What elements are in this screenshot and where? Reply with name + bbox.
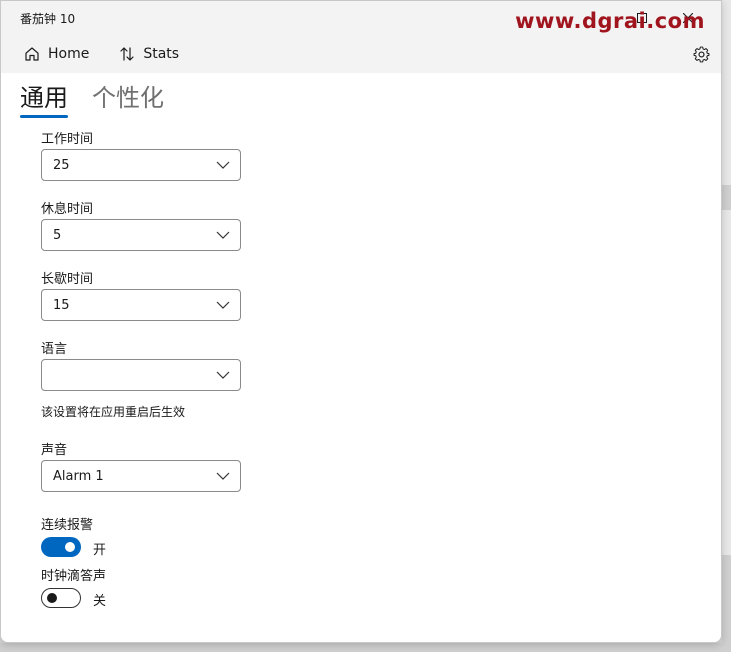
continuous-alarm-label: 连续报警 <box>41 518 94 533</box>
pivot-tabs: 通用 个性化 <box>20 83 164 118</box>
watermark-text: www.dgrai.com <box>515 9 705 33</box>
chevron-down-icon <box>216 301 230 309</box>
tab-personalization[interactable]: 个性化 <box>92 83 164 113</box>
nav-bar: Home Stats <box>1 35 721 73</box>
toggle-knob <box>65 542 75 552</box>
home-icon <box>25 47 39 61</box>
app-window: 番茄钟 10 www.dgrai.com Home Stats 通用 个性化 工… <box>0 0 722 643</box>
tab-general[interactable]: 通用 <box>20 83 68 118</box>
long-break-label: 长歇时间 <box>41 272 94 287</box>
background-taskbar-edge <box>0 643 731 652</box>
break-time-label: 休息时间 <box>41 202 94 217</box>
window-title: 番茄钟 10 <box>20 11 76 26</box>
settings-content: 通用 个性化 工作时间 25 休息时间 5 长歇时间 15 语言 该设置将在应用… <box>1 73 721 642</box>
language-dropdown[interactable] <box>41 359 241 391</box>
tick-sound-state: 关 <box>93 594 107 609</box>
sound-value: Alarm 1 <box>53 468 104 484</box>
nav-home-label: Home <box>48 46 90 62</box>
sound-label: 声音 <box>41 443 68 458</box>
chevron-down-icon <box>216 161 230 169</box>
background-window-edge <box>722 0 731 652</box>
chevron-down-icon <box>216 231 230 239</box>
break-time-value: 5 <box>53 227 62 243</box>
language-restart-note: 该设置将在应用重启后生效 <box>41 405 186 419</box>
toggle-knob <box>47 593 57 603</box>
continuous-alarm-state: 开 <box>93 543 107 558</box>
language-label: 语言 <box>41 342 68 357</box>
chevron-down-icon <box>216 371 230 379</box>
work-time-dropdown[interactable]: 25 <box>41 149 241 181</box>
gear-icon <box>693 46 709 62</box>
tick-sound-label: 时钟滴答声 <box>41 569 107 584</box>
nav-stats[interactable]: Stats <box>111 39 187 69</box>
long-break-dropdown[interactable]: 15 <box>41 289 241 321</box>
long-break-value: 15 <box>53 297 70 313</box>
sound-dropdown[interactable]: Alarm 1 <box>41 460 241 492</box>
continuous-alarm-toggle[interactable] <box>41 537 81 557</box>
title-bar[interactable]: 番茄钟 10 www.dgrai.com <box>1 1 721 35</box>
work-time-label: 工作时间 <box>41 132 94 147</box>
sort-arrows-icon <box>120 47 134 61</box>
work-time-value: 25 <box>53 157 70 173</box>
nav-home[interactable]: Home <box>16 39 97 69</box>
nav-stats-label: Stats <box>143 46 180 62</box>
break-time-dropdown[interactable]: 5 <box>41 219 241 251</box>
settings-button[interactable] <box>689 42 713 66</box>
tick-sound-toggle[interactable] <box>41 588 81 608</box>
chevron-down-icon <box>216 472 230 480</box>
